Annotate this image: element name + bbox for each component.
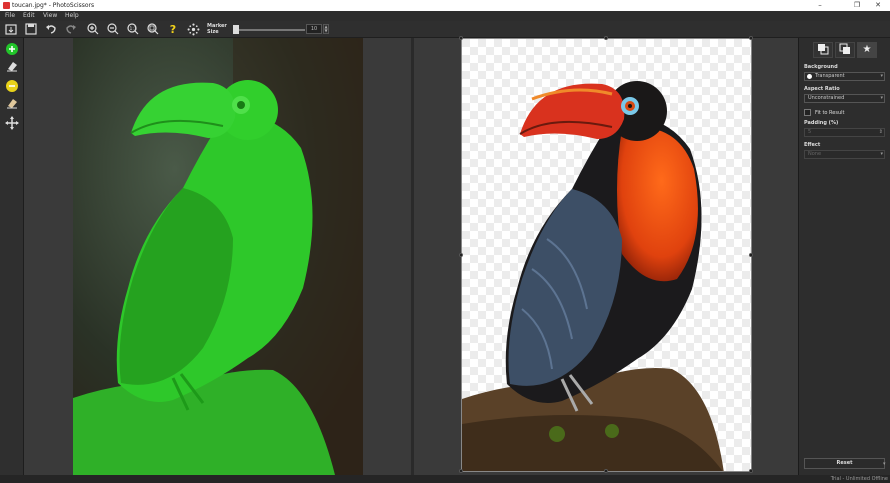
left-toolbar — [0, 38, 24, 483]
crop-handle-bottom[interactable] — [604, 469, 608, 473]
crop-handle-left[interactable] — [459, 253, 463, 257]
zoom-out-icon — [107, 23, 119, 35]
move-icon — [5, 116, 19, 130]
menu-help[interactable]: Help — [65, 11, 79, 21]
marker-size-spinner[interactable]: ▲ ▼ — [323, 24, 329, 34]
undo-icon — [46, 25, 56, 34]
aspect-ratio-select[interactable]: Unconstrained ▾ — [804, 94, 885, 103]
undo-button[interactable] — [44, 23, 58, 36]
effect-label: Effect — [804, 142, 821, 148]
crop-handle-top-left[interactable] — [459, 36, 463, 40]
help-icon: ? — [169, 23, 177, 36]
crop-handle-bottom-right[interactable] — [749, 469, 753, 473]
chevron-down-icon: ▾ — [880, 73, 883, 79]
background-eraser-button[interactable] — [5, 95, 19, 109]
open-icon — [5, 24, 17, 35]
zoom-actual-button[interactable]: 1:1 — [126, 23, 140, 36]
tab-effects[interactable]: ★ — [857, 42, 877, 58]
drag-mode-button[interactable] — [186, 23, 200, 36]
star-icon: ★ — [862, 44, 872, 55]
zoom-out-button[interactable] — [106, 23, 120, 36]
menu-edit[interactable]: Edit — [23, 11, 35, 21]
circle-icon — [807, 74, 812, 79]
chevron-down-icon: ▾ — [880, 95, 883, 101]
menu-bar: File Edit View Help — [0, 11, 890, 21]
menu-view[interactable]: View — [43, 11, 57, 21]
fit-to-result-label: Fit to Result — [815, 110, 845, 116]
save-icon — [25, 23, 37, 35]
redo-icon — [66, 25, 76, 34]
background-label: Background — [804, 64, 838, 70]
close-button[interactable]: ✕ — [868, 0, 888, 11]
padding-value: 5 — [808, 129, 812, 135]
tab-cutout[interactable] — [813, 42, 833, 58]
result-image[interactable] — [461, 38, 752, 472]
background-select[interactable]: Transparent ▾ — [804, 72, 885, 81]
chevron-down-icon[interactable]: ▾ — [883, 461, 886, 467]
foreground-eraser-button[interactable] — [5, 58, 19, 72]
drag-icon — [187, 23, 199, 36]
spinner-icon: ⇕ — [878, 129, 883, 135]
padding-label: Padding (%) — [804, 120, 839, 126]
crop-handle-bottom-left[interactable] — [459, 469, 463, 473]
marker-size-slider[interactable] — [237, 29, 305, 31]
background-value: Transparent — [815, 73, 845, 79]
tab-layers[interactable] — [835, 42, 855, 58]
zoom-actual-icon: 1:1 — [127, 23, 139, 35]
status-bar: Trial - Unlimited Offline — [0, 475, 890, 483]
maximize-button[interactable]: ❐ — [847, 0, 867, 11]
marker-size-input[interactable]: 10 — [306, 24, 322, 34]
background-marker-button[interactable] — [5, 78, 19, 92]
layers-icon — [839, 43, 850, 54]
padding-input[interactable]: 5 ⇕ — [804, 128, 885, 137]
window-title: toucan.jpg* - PhotoScissors — [12, 2, 95, 9]
crop-handle-top-right[interactable] — [749, 36, 753, 40]
marker-size-slider-thumb[interactable] — [232, 25, 239, 34]
zoom-in-button[interactable] — [86, 23, 100, 36]
foreground-marker-button[interactable] — [5, 41, 19, 55]
zoom-fit-button[interactable] — [146, 23, 160, 36]
fit-to-result-checkbox[interactable] — [804, 109, 811, 116]
aspect-ratio-value: Unconstrained — [808, 95, 845, 101]
plus-marker-icon — [6, 43, 18, 55]
help-button[interactable]: ? — [166, 23, 180, 36]
settings-panel: ★ Background Transparent ▾ Aspect Ratio … — [798, 38, 890, 475]
chevron-down-icon: ▾ — [880, 151, 883, 157]
aspect-ratio-label: Aspect Ratio — [804, 86, 840, 92]
redo-button[interactable] — [64, 23, 78, 36]
title-bar: toucan.jpg* - PhotoScissors – ❐ ✕ — [0, 0, 890, 11]
effect-select[interactable]: None ▾ — [804, 150, 885, 159]
open-button[interactable] — [4, 23, 18, 36]
zoom-fit-icon — [147, 23, 159, 35]
crop-handle-top[interactable] — [604, 36, 608, 40]
save-button[interactable] — [24, 23, 38, 36]
minus-marker-icon — [6, 80, 18, 92]
minimize-button[interactable]: – — [810, 0, 830, 11]
source-image[interactable] — [73, 38, 363, 475]
license-status: Trial - Unlimited Offline — [830, 476, 888, 482]
eraser-icon — [7, 99, 17, 109]
cutout-icon — [818, 44, 829, 55]
toolbar: 1:1 ? — [0, 21, 890, 38]
marker-size-label: Marker Size — [207, 23, 227, 35]
svg-text:1:1: 1:1 — [130, 26, 137, 32]
zoom-in-icon — [87, 23, 99, 35]
reset-button[interactable]: Reset — [804, 458, 885, 469]
crop-handle-right[interactable] — [749, 253, 753, 257]
menu-file[interactable]: File — [5, 11, 15, 21]
move-tool-button[interactable] — [5, 115, 19, 130]
marker-label-line2: Size — [207, 29, 219, 35]
effect-value: None — [808, 151, 822, 157]
eraser-icon — [7, 62, 17, 72]
app-icon — [3, 2, 10, 9]
